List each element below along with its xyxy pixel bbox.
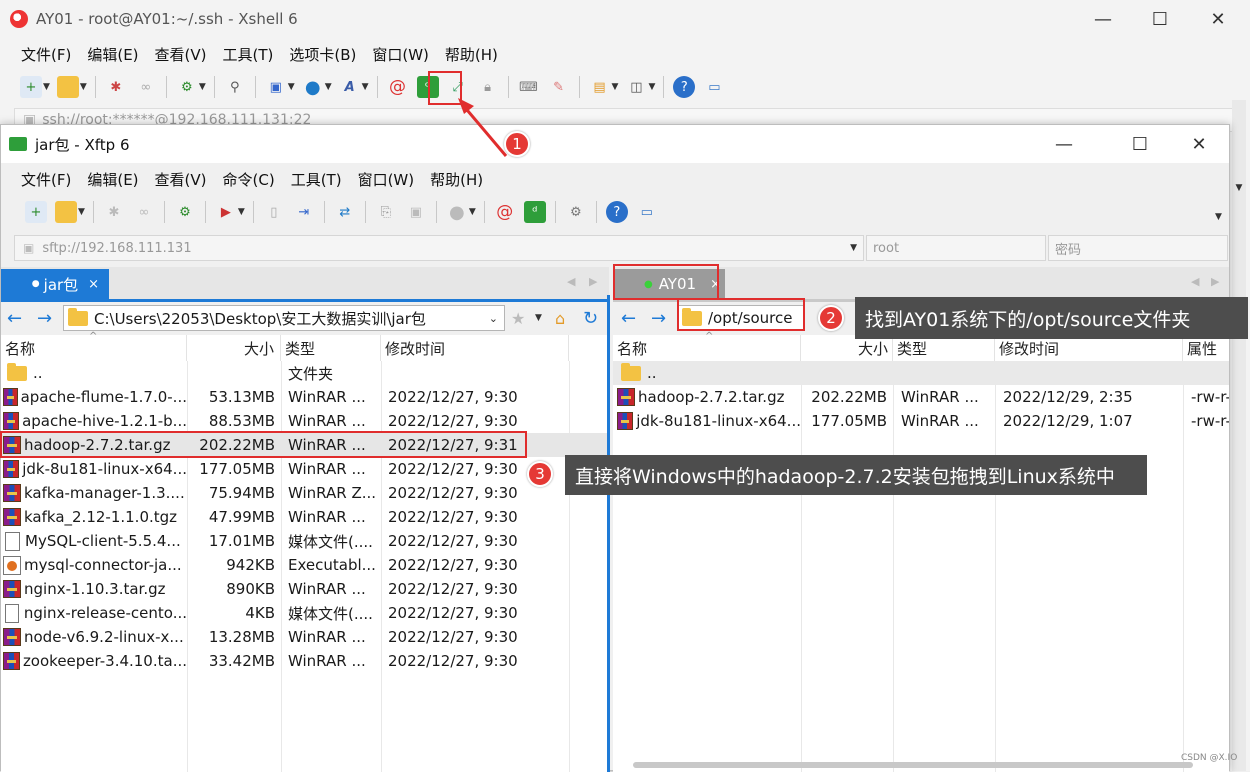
step3-text: 直接将Windows中的hadaoop-2.7.2安装包拖拽到Linux系统中 — [575, 465, 1115, 488]
step2-callout: 找到AY01系统下的/opt/source文件夹 — [855, 297, 1248, 339]
highlight-hadoop-row — [0, 431, 527, 458]
highlight-xftp-button — [428, 71, 462, 105]
watermark: CSDN @X.IO — [1181, 753, 1238, 763]
step-badge-1: 1 — [504, 131, 530, 157]
highlight-opt-source — [677, 298, 805, 331]
annotation-arrow — [458, 98, 508, 157]
step-badge-3: 3 — [527, 461, 553, 487]
step3-callout: 直接将Windows中的hadaoop-2.7.2安装包拖拽到Linux系统中 — [565, 455, 1147, 495]
step-badge-2: 2 — [818, 305, 844, 331]
step2-text: 找到AY01系统下的/opt/source文件夹 — [865, 308, 1191, 331]
highlight-ay01-tab — [613, 264, 719, 300]
